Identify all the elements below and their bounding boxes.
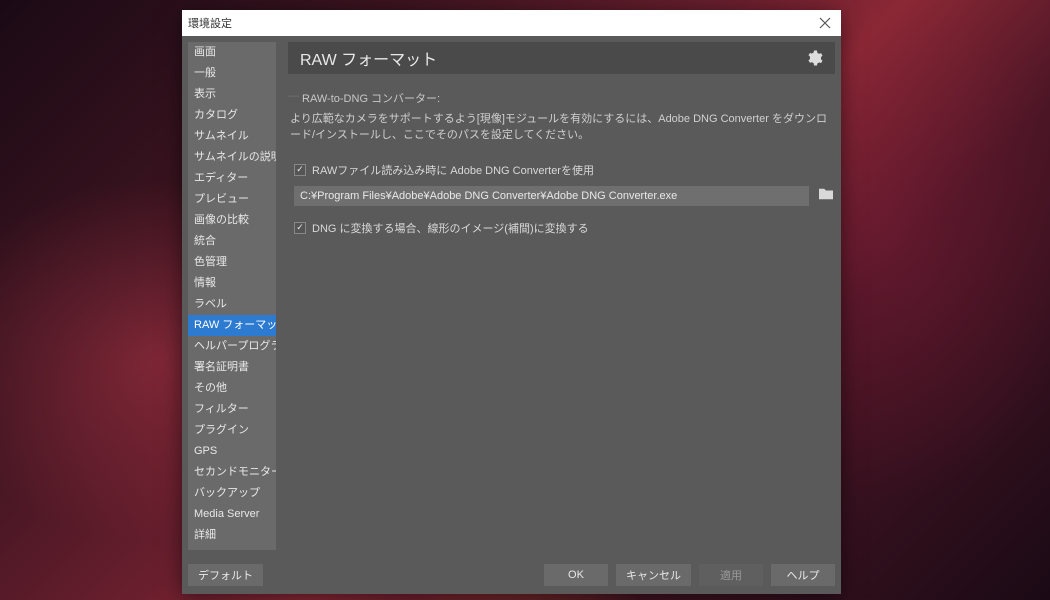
sidebar-item[interactable]: ヘルパープログラム [188, 336, 276, 357]
settings-button[interactable] [805, 49, 823, 67]
ok-button[interactable]: OK [544, 564, 608, 586]
close-button[interactable] [815, 13, 835, 33]
sidebar-item[interactable]: 色管理 [188, 252, 276, 273]
sidebar-item[interactable]: プレビュー [188, 189, 276, 210]
content-header-title: RAW フォーマット [300, 46, 805, 70]
raw-format-panel: RAW-to-DNG コンバーター: より広範なカメラをサポートするよう[現像]… [288, 74, 835, 244]
close-icon [819, 17, 831, 29]
dialog-title: 環境設定 [188, 15, 815, 31]
sidebar-item[interactable]: 署名証明書 [188, 357, 276, 378]
dialog-footer: デフォルト OK キャンセル 適用 ヘルプ [182, 556, 841, 594]
folder-icon [817, 187, 835, 201]
content-area: RAW フォーマット RAW-to-DNG コンバーター: より広範なカメラをサ… [288, 42, 835, 550]
content-header: RAW フォーマット [288, 42, 835, 74]
linear-image-label: DNG に変換する場合、線形のイメージ(補間)に変換する [312, 220, 589, 236]
dialog-body: 画面一般表示カタログサムネイルサムネイルの説明エディタープレビュー画像の比較統合… [182, 36, 841, 556]
linear-image-row: ✓ DNG に変換する場合、線形のイメージ(補間)に変換する [288, 216, 835, 244]
sidebar-item[interactable]: その他 [188, 378, 276, 399]
sidebar-item[interactable]: 画面 [188, 42, 276, 63]
section-description: より広範なカメラをサポートするよう[現像]モジュールを有効にするには、Adobe… [288, 112, 835, 158]
sidebar-item[interactable]: 表示 [188, 84, 276, 105]
sidebar-item[interactable]: サムネイルの説明 [188, 147, 276, 168]
sidebar-item[interactable]: 詳細 [188, 525, 276, 546]
converter-path-row [288, 186, 835, 216]
apply-button: 適用 [699, 564, 763, 586]
gear-icon [805, 49, 823, 67]
sidebar-item[interactable]: GPS [188, 441, 276, 462]
sidebar-item[interactable]: RAW フォーマット [188, 315, 276, 336]
cancel-button[interactable]: キャンセル [616, 564, 691, 586]
sidebar-item[interactable]: バックアップ [188, 483, 276, 504]
sidebar-item[interactable]: カタログ [188, 105, 276, 126]
preferences-dialog: 環境設定 画面一般表示カタログサムネイルサムネイルの説明エディタープレビュー画像… [182, 10, 841, 594]
use-dng-converter-row: ✓ RAWファイル読み込み時に Adobe DNG Converterを使用 [288, 158, 835, 186]
sidebar-item[interactable]: フィルター [188, 399, 276, 420]
default-button[interactable]: デフォルト [188, 564, 263, 586]
use-dng-converter-checkbox[interactable]: ✓ [294, 164, 306, 176]
help-button[interactable]: ヘルプ [771, 564, 835, 586]
sidebar-item[interactable]: ラベル [188, 294, 276, 315]
section-title: RAW-to-DNG コンバーター: [288, 86, 835, 112]
sidebar: 画面一般表示カタログサムネイルサムネイルの説明エディタープレビュー画像の比較統合… [188, 42, 276, 550]
sidebar-item[interactable]: 統合 [188, 231, 276, 252]
linear-image-checkbox[interactable]: ✓ [294, 222, 306, 234]
sidebar-item[interactable]: サムネイル [188, 126, 276, 147]
sidebar-item[interactable]: 情報 [188, 273, 276, 294]
use-dng-converter-label: RAWファイル読み込み時に Adobe DNG Converterを使用 [312, 162, 594, 178]
titlebar: 環境設定 [182, 10, 841, 36]
sidebar-item[interactable]: 画像の比較 [188, 210, 276, 231]
browse-button[interactable] [817, 187, 835, 204]
sidebar-item[interactable]: 一般 [188, 63, 276, 84]
converter-path-input[interactable] [294, 186, 809, 206]
sidebar-item[interactable]: セカンドモニター [188, 462, 276, 483]
sidebar-item[interactable]: プラグイン [188, 420, 276, 441]
sidebar-item[interactable]: Media Server [188, 504, 276, 525]
sidebar-item[interactable]: エディター [188, 168, 276, 189]
